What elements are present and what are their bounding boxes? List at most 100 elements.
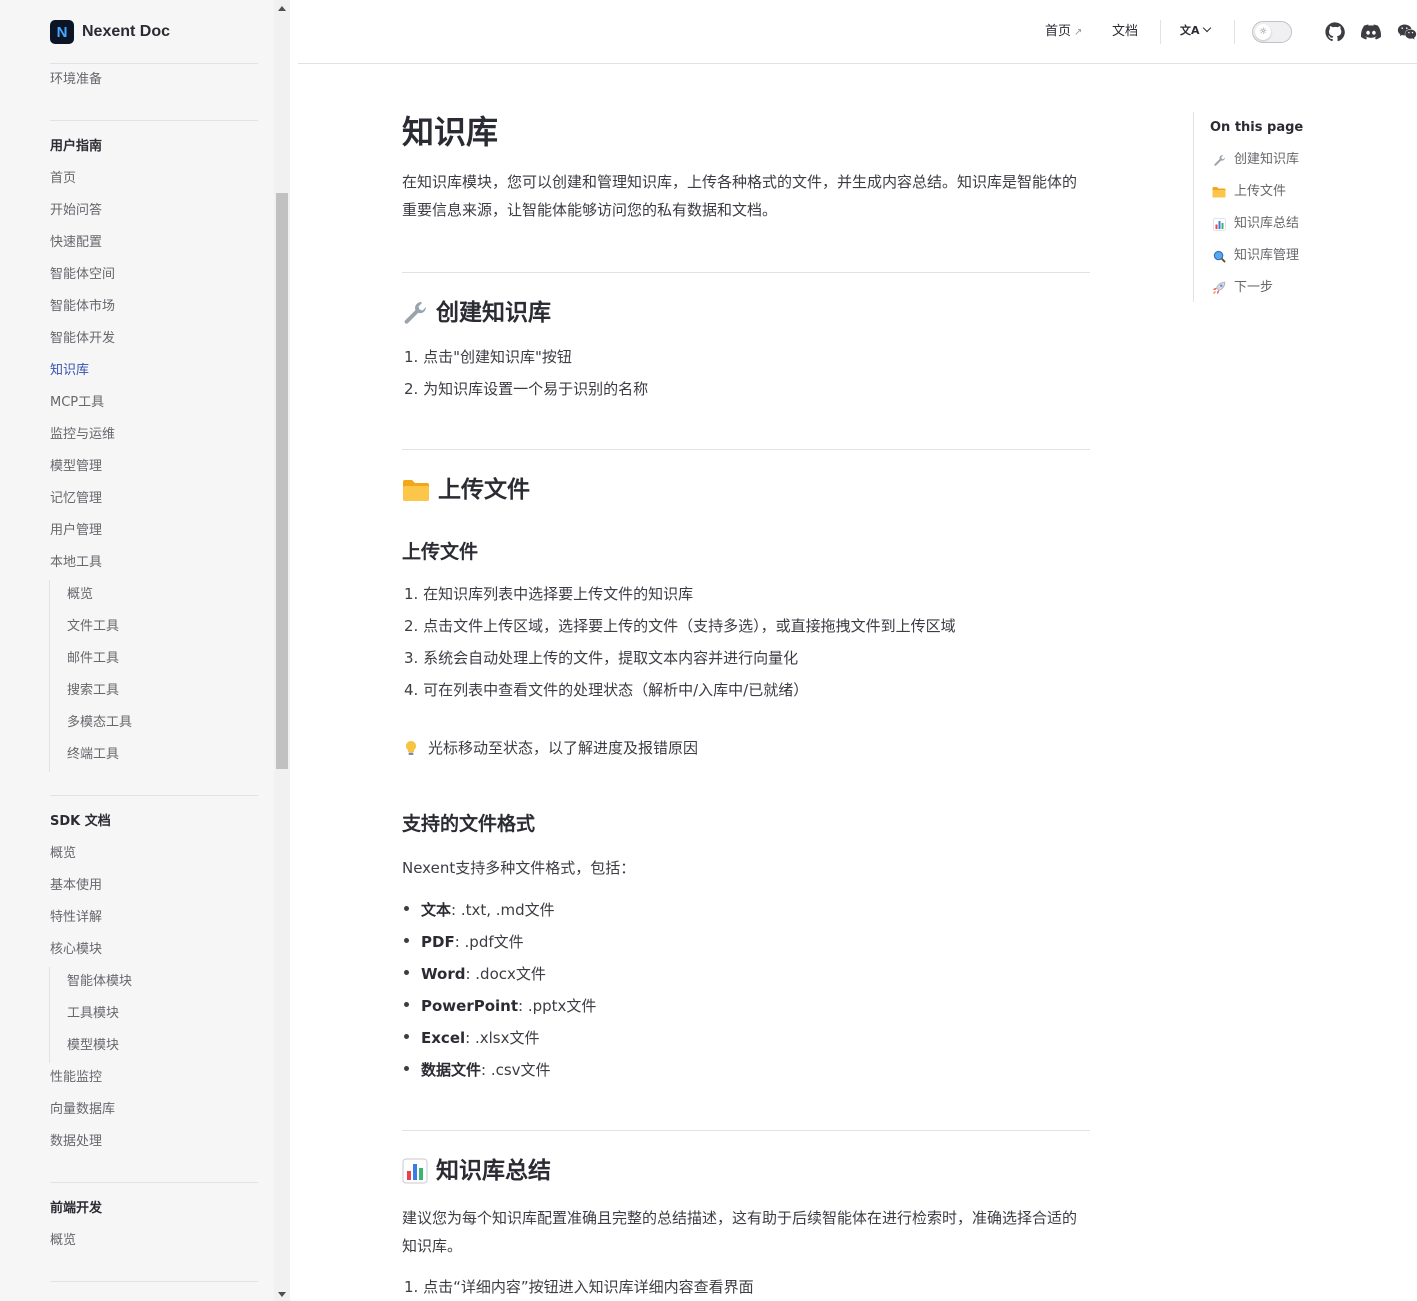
top-nav: 首页 ↗ 文档 文A ☼	[298, 0, 1417, 64]
sidebar-item-model-mgmt[interactable]: 模型管理	[50, 457, 102, 477]
sidebar-item-agent-market[interactable]: 智能体市场	[50, 297, 115, 317]
sidebar-guide-line	[49, 967, 50, 1063]
sidebar-item-agent-dev[interactable]: 智能体开发	[50, 329, 115, 349]
sidebar-item-monitoring[interactable]: 监控与运维	[50, 425, 115, 445]
sidebar-divider	[50, 1281, 258, 1282]
sun-icon: ☼	[1255, 24, 1271, 40]
subheading-upload: 上传文件	[402, 541, 479, 563]
sidebar-divider	[50, 795, 258, 796]
sidebar-item-basic-usage[interactable]: 基本使用	[50, 876, 102, 896]
sidebar-heading-user-guide[interactable]: 用户指南	[50, 137, 102, 157]
nav-link-docs[interactable]: 文档	[1112, 22, 1138, 42]
heading-create-kb: 创建知识库	[402, 296, 551, 330]
tip-text: 光标移动至状态，以了解进度及报错原因	[428, 739, 699, 757]
theme-toggle[interactable]: ☼	[1252, 21, 1292, 43]
wrench-icon	[1212, 153, 1226, 167]
lightbulb-icon	[406, 741, 416, 755]
format-value: : .txt, .md文件	[451, 901, 555, 919]
nav-link-home[interactable]: 首页 ↗	[1045, 22, 1082, 43]
format-label: 数据文件	[421, 1061, 482, 1079]
sidebar-item-home[interactable]: 首页	[50, 169, 76, 189]
sidebar-subitem-email-tools[interactable]: 邮件工具	[67, 649, 119, 669]
sidebar-subitem-overview[interactable]: 概览	[67, 585, 93, 605]
sidebar-item-knowledge-base[interactable]: 知识库	[50, 361, 89, 381]
format-value: : .csv文件	[481, 1061, 551, 1079]
sidebar-item-sdk-overview[interactable]: 概览	[50, 844, 76, 864]
sidebar-item-frontend-overview[interactable]: 概览	[50, 1231, 76, 1251]
folder-icon	[1212, 185, 1226, 199]
toc-item-upload[interactable]: 上传文件	[1212, 182, 1286, 202]
heading-upload-text: 上传文件	[438, 477, 530, 503]
sidebar-item-features[interactable]: 特性详解	[50, 908, 102, 928]
sidebar-heading-sdk[interactable]: SDK 文档	[50, 812, 111, 832]
summary-paragraph: 建议您为每个知识库配置准确且完整的总结描述，这有助于后续智能体在进行检索时，准确…	[402, 1209, 1078, 1255]
format-label: Word	[421, 965, 466, 983]
wrench-icon	[404, 302, 427, 324]
sidebar-item-perf-monitor[interactable]: 性能监控	[50, 1068, 102, 1088]
format-value: : .docx文件	[465, 965, 546, 983]
list-item: 1. 点击"创建知识库"按钮	[404, 348, 572, 366]
scroll-up-arrow-icon[interactable]	[278, 6, 286, 11]
tip-line: 光标移动至状态，以了解进度及报错原因	[404, 736, 698, 760]
sidebar-item-data-processing[interactable]: 数据处理	[50, 1132, 102, 1152]
section-divider	[402, 449, 1090, 450]
sidebar-guide-line	[49, 580, 50, 772]
sidebar-item-local-tools[interactable]: 本地工具	[50, 553, 102, 573]
format-list-item: Excel: .xlsx文件	[404, 1026, 539, 1050]
brand-name: Nexent Doc	[82, 23, 171, 40]
toc-item-create[interactable]: 创建知识库	[1212, 150, 1299, 170]
list-item: 1. 点击“详细内容”按钮进入知识库详细内容查看界面	[404, 1278, 754, 1296]
sidebar-item-agent-space[interactable]: 智能体空间	[50, 265, 115, 285]
toc-title: On this page	[1210, 120, 1304, 135]
format-value: : .pptx文件	[518, 997, 597, 1015]
toc-item-management[interactable]: 知识库管理	[1212, 246, 1299, 266]
sidebar-item-start-qa[interactable]: 开始问答	[50, 201, 102, 221]
sidebar-divider	[50, 63, 258, 64]
sidebar-item-user-mgmt[interactable]: 用户管理	[50, 521, 102, 541]
list-item: 4. 可在列表中查看文件的处理状态（解析中/入库中/已就绪）	[404, 681, 809, 699]
scroll-down-arrow-icon[interactable]	[278, 1292, 286, 1297]
chevron-down-icon[interactable]	[1202, 23, 1212, 33]
heading-kb-summary-text: 知识库总结	[436, 1158, 551, 1184]
sidebar-item-memory-mgmt[interactable]: 记忆管理	[50, 489, 102, 509]
language-icon[interactable]: 文A	[1180, 22, 1200, 38]
heading-upload: 上传文件	[402, 473, 530, 507]
format-label: 文本	[421, 901, 452, 919]
folder-icon	[403, 480, 429, 501]
page-title: 知识库	[402, 113, 499, 151]
toc-item-label: 下一步	[1234, 280, 1274, 295]
formats-intro: Nexent支持多种文件格式，包括：	[402, 859, 636, 877]
format-label: Excel	[421, 1029, 466, 1047]
sidebar-item-env[interactable]: 环境准备	[50, 70, 102, 90]
bar-chart-icon	[402, 1158, 428, 1184]
sidebar-subitem-search-tools[interactable]: 搜索工具	[67, 681, 119, 701]
subheading-formats: 支持的文件格式	[402, 813, 536, 835]
sidebar-subitem-model-module[interactable]: 模型模块	[67, 1036, 119, 1056]
sidebar-subitem-agent-module[interactable]: 智能体模块	[67, 972, 132, 992]
format-list-item: PDF: .pdf文件	[404, 930, 524, 954]
nav-separator	[1234, 20, 1235, 44]
sidebar-scrollbar-thumb[interactable]	[276, 193, 288, 769]
sidebar: N Nexent Doc 环境准备 用户指南 首页 开始问答 快速配置 智能体空…	[0, 0, 290, 1301]
sidebar-subitem-terminal-tools[interactable]: 终端工具	[67, 745, 119, 765]
wechat-icon[interactable]	[1397, 22, 1417, 42]
toc-item-next[interactable]: 下一步	[1212, 278, 1273, 298]
sidebar-item-vector-db[interactable]: 向量数据库	[50, 1100, 115, 1120]
sidebar-subitem-tool-module[interactable]: 工具模块	[67, 1004, 119, 1024]
sidebar-subitem-multimodal-tools[interactable]: 多模态工具	[67, 713, 132, 733]
github-icon[interactable]	[1325, 22, 1345, 42]
magnifier-icon	[1212, 249, 1226, 263]
sidebar-heading-frontend[interactable]: 前端开发	[50, 1199, 102, 1219]
toc-item-summary[interactable]: 知识库总结	[1212, 214, 1299, 234]
sidebar-divider	[50, 120, 258, 121]
external-link-icon: ↗	[1074, 27, 1083, 38]
sidebar-subitem-file-tools[interactable]: 文件工具	[67, 617, 119, 637]
sidebar-item-core-modules[interactable]: 核心模块	[50, 940, 102, 960]
brand[interactable]: N Nexent Doc	[50, 20, 170, 44]
sidebar-item-mcp-tools[interactable]: MCP工具	[50, 393, 104, 413]
nexent-logo-icon: N	[50, 20, 74, 44]
discord-icon[interactable]	[1361, 22, 1381, 42]
list-item: 2. 为知识库设置一个易于识别的名称	[404, 380, 649, 398]
sidebar-item-quick-config[interactable]: 快速配置	[50, 233, 102, 253]
rocket-icon	[1212, 281, 1226, 295]
